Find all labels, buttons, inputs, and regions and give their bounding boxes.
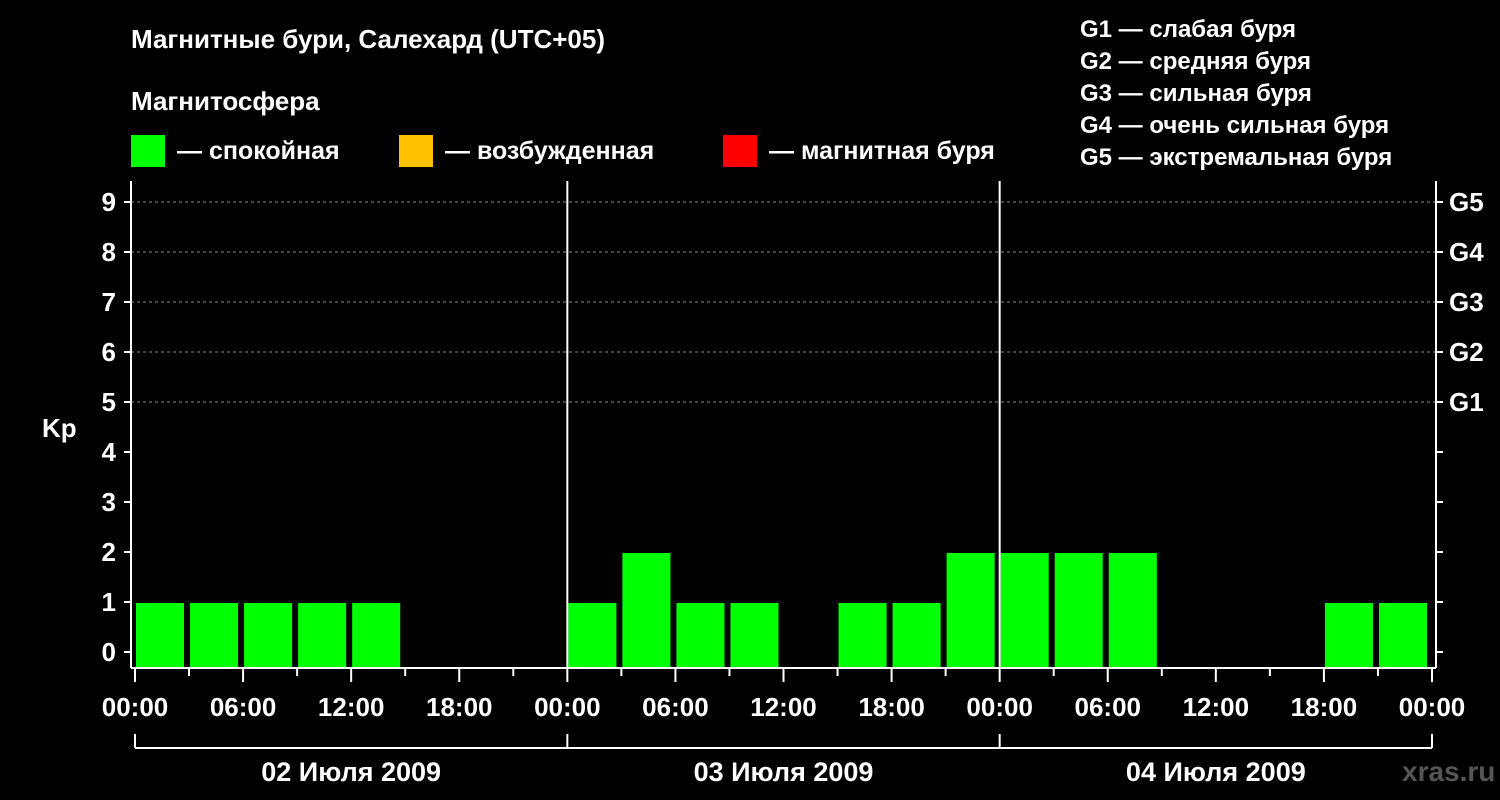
x-tick-label: 06:00 xyxy=(642,692,709,722)
kp-bar xyxy=(1324,603,1373,668)
kp-bar xyxy=(1108,553,1157,668)
x-tick-label: 18:00 xyxy=(426,692,493,722)
y-tick-label: 3 xyxy=(102,487,116,517)
x-tick-label: 00:00 xyxy=(1399,692,1466,722)
x-tick-label: 12:00 xyxy=(1183,692,1250,722)
y-tick-label: 5 xyxy=(102,387,116,417)
kp-bar xyxy=(622,553,671,668)
kp-bar xyxy=(676,603,725,668)
kp-bar xyxy=(946,553,995,668)
x-tick-label: 18:00 xyxy=(1291,692,1358,722)
day-label: 03 Июля 2009 xyxy=(694,757,874,787)
x-tick-label: 06:00 xyxy=(210,692,277,722)
x-tick-label: 00:00 xyxy=(966,692,1033,722)
kp-bar xyxy=(136,603,185,668)
kp-bar xyxy=(1054,553,1103,668)
kp-bar xyxy=(892,603,941,668)
kp-bar xyxy=(298,603,347,668)
kp-chart: 0 1 2 3 4 5 6 7 8 9 G1 G2 G3 G4 G5 00:00 06:00 12:00 18:00… xyxy=(102,181,1484,787)
y-tick-label: 6 xyxy=(102,337,116,367)
kp-bar xyxy=(568,603,617,668)
g-tick-label: G2 xyxy=(1449,337,1484,367)
y-tick-label: 9 xyxy=(102,187,116,217)
y-tick-label: 7 xyxy=(102,287,116,317)
y-tick-label: 8 xyxy=(102,237,116,267)
g-tick-label: G5 xyxy=(1449,187,1484,217)
kp-bar xyxy=(1000,553,1049,668)
x-tick-label: 00:00 xyxy=(534,692,601,722)
x-tick-label: 12:00 xyxy=(318,692,385,722)
y-tick-label: 2 xyxy=(102,537,116,567)
x-tick-label: 00:00 xyxy=(102,692,169,722)
g-tick-label: G1 xyxy=(1449,387,1484,417)
g-tick-label: G3 xyxy=(1449,287,1484,317)
g-tick-label: G4 xyxy=(1449,237,1484,267)
day-label: 02 Июля 2009 xyxy=(261,757,441,787)
kp-bar xyxy=(838,603,887,668)
kp-bar xyxy=(1378,603,1427,668)
x-tick-label: 12:00 xyxy=(750,692,817,722)
kp-bar xyxy=(244,603,293,668)
y-tick-label: 0 xyxy=(102,637,116,667)
y-tick-label: 4 xyxy=(102,437,117,467)
kp-bar xyxy=(352,603,401,668)
x-tick-label: 18:00 xyxy=(858,692,925,722)
kp-bar xyxy=(730,603,779,668)
x-tick-label: 06:00 xyxy=(1075,692,1142,722)
day-label: 04 Июля 2009 xyxy=(1126,757,1306,787)
kp-bar xyxy=(190,603,239,668)
y-tick-label: 1 xyxy=(102,587,116,617)
